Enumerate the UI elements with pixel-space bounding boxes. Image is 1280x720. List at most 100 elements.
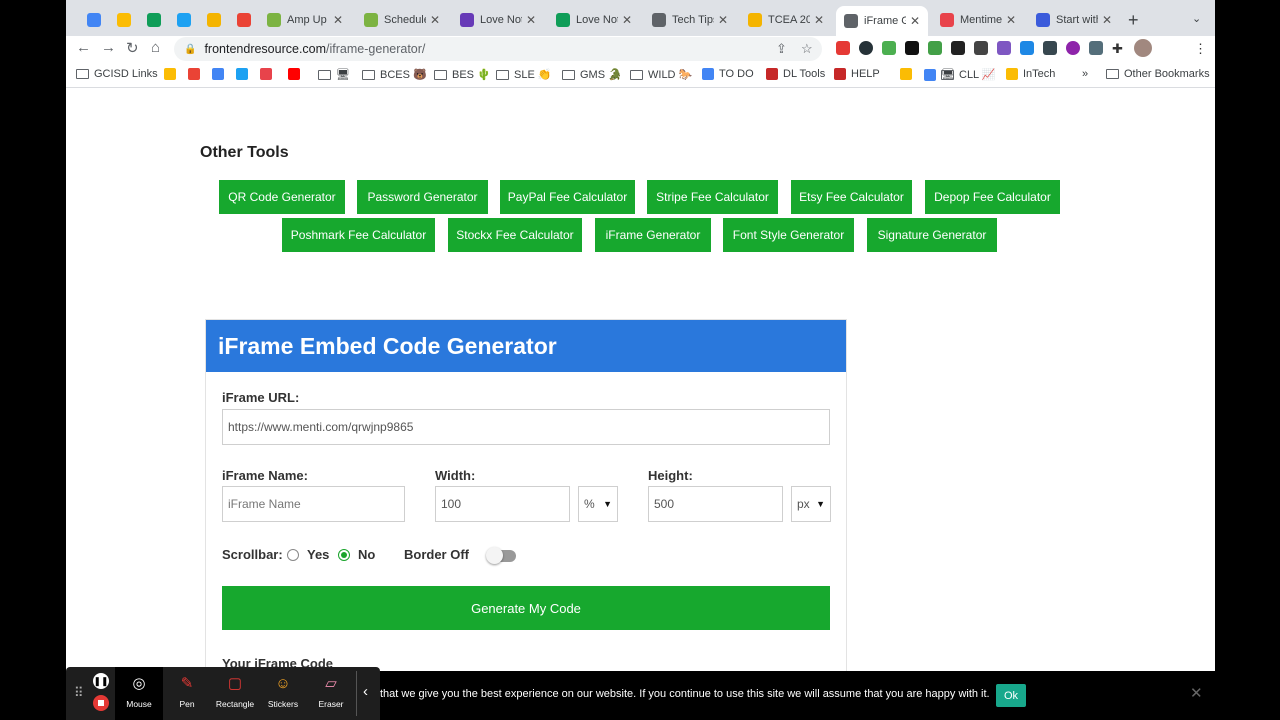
extension-icon[interactable] xyxy=(1020,41,1034,55)
share-icon[interactable]: ⇪ xyxy=(776,41,787,57)
bookmark-item[interactable]: GMS 🐊 xyxy=(562,68,622,81)
other-bookmarks[interactable]: Other Bookmarks xyxy=(1106,68,1210,80)
extension-icon[interactable] xyxy=(997,41,1011,55)
reload-icon[interactable]: ↻ xyxy=(126,39,139,57)
bookmark-item[interactable] xyxy=(188,68,205,80)
recorder-tool-eraser[interactable]: ▱ Eraser xyxy=(307,667,355,720)
extension-icon[interactable] xyxy=(1089,41,1103,55)
tab[interactable]: Start with ✕ xyxy=(1028,6,1120,34)
bookmark-item[interactable]: WILD 🐎 xyxy=(630,68,692,81)
tool-button[interactable]: QR Code Generator xyxy=(219,180,345,214)
tool-button[interactable]: Font Style Generator xyxy=(723,218,854,252)
tab[interactable]: Love Note ✕ xyxy=(548,6,640,34)
tab[interactable] xyxy=(139,6,169,34)
tab-search-icon[interactable]: ⌄ xyxy=(1192,12,1201,25)
address-bar[interactable]: 🔒 frontendresource.com/iframe-generator/ xyxy=(174,37,822,61)
close-icon[interactable]: ✕ xyxy=(1190,684,1203,702)
height-input[interactable]: 500 xyxy=(648,486,783,522)
tab[interactable] xyxy=(199,6,229,34)
collapse-icon[interactable]: ‹ xyxy=(363,683,368,700)
home-icon[interactable]: ⌂ xyxy=(151,39,160,56)
pause-icon[interactable]: ❚❚ xyxy=(93,673,109,689)
tab[interactable]: Schedule ✕ xyxy=(356,6,448,34)
tool-button[interactable]: Depop Fee Calculator xyxy=(925,180,1060,214)
cookie-ok-button[interactable]: Ok xyxy=(996,684,1026,707)
close-tab-icon[interactable]: ✕ xyxy=(1006,13,1016,27)
tab[interactable] xyxy=(79,6,109,34)
bookmark-item[interactable]: DL Tools xyxy=(766,68,825,80)
close-tab-icon[interactable]: ✕ xyxy=(526,13,536,27)
tool-button[interactable]: iFrame Generator xyxy=(595,218,711,252)
bookmark-item[interactable]: 🖥 xyxy=(318,68,350,81)
scrollbar-yes-radio[interactable] xyxy=(287,549,299,561)
bookmark-star-icon[interactable]: ☆ xyxy=(801,41,813,57)
close-tab-icon[interactable]: ✕ xyxy=(910,14,920,28)
tool-button[interactable]: Poshmark Fee Calculator xyxy=(282,218,435,252)
bookmark-item[interactable] xyxy=(236,68,253,80)
close-tab-icon[interactable]: ✕ xyxy=(718,13,728,27)
bookmark-item[interactable] xyxy=(900,68,917,80)
recorder-tool-pen[interactable]: ✎ Pen xyxy=(163,667,211,720)
close-tab-icon[interactable]: ✕ xyxy=(814,13,824,27)
width-unit-select[interactable]: % ▼ xyxy=(578,486,618,522)
stop-icon[interactable] xyxy=(93,695,109,711)
scrollbar-no-radio[interactable] xyxy=(338,549,350,561)
height-unit-select[interactable]: px ▼ xyxy=(791,486,831,522)
tool-button[interactable]: PayPal Fee Calculator xyxy=(500,180,635,214)
bookmark-item[interactable] xyxy=(260,68,277,80)
close-tab-icon[interactable]: ✕ xyxy=(430,13,440,27)
name-input[interactable]: iFrame Name xyxy=(222,486,405,522)
extension-icon[interactable] xyxy=(974,41,988,55)
scrollbar-no-label[interactable]: No xyxy=(358,547,375,562)
recorder-tool-rectangle[interactable]: ▢ Rectangle xyxy=(211,667,259,720)
bookmark-item[interactable]: HELP xyxy=(834,68,880,80)
tab[interactable] xyxy=(109,6,139,34)
bookmark-item[interactable]: SLE 👏 xyxy=(496,68,552,81)
tool-button[interactable]: Stripe Fee Calculator xyxy=(647,180,778,214)
drag-handle-icon[interactable]: ⠿ xyxy=(74,685,84,701)
bookmark-item[interactable] xyxy=(212,68,229,80)
bookmark-item[interactable]: GCISD Links xyxy=(76,68,158,80)
avatar[interactable] xyxy=(1134,39,1152,57)
close-tab-icon[interactable]: ✕ xyxy=(333,13,343,27)
bookmark-item[interactable]: TO DO xyxy=(702,68,754,80)
close-tab-icon[interactable]: ✕ xyxy=(1102,13,1112,27)
bookmark-item[interactable]: InTech xyxy=(1006,68,1055,80)
tool-button[interactable]: Signature Generator xyxy=(867,218,997,252)
tab[interactable]: Amp Up Y ✕ xyxy=(259,6,351,34)
tool-button[interactable]: Stockx Fee Calculator xyxy=(448,218,582,252)
bookmark-item[interactable] xyxy=(164,68,181,80)
tab[interactable]: Love Note ✕ xyxy=(452,6,544,34)
forward-icon[interactable]: → xyxy=(101,39,116,56)
extension-icon[interactable] xyxy=(836,41,850,55)
bookmark-item[interactable]: BES 🌵 xyxy=(434,68,491,81)
new-tab-icon[interactable]: + xyxy=(1128,10,1139,31)
extension-icon[interactable] xyxy=(859,41,873,55)
tool-button[interactable]: Password Generator xyxy=(357,180,488,214)
recorder-tool-stickers[interactable]: ☺ Stickers xyxy=(259,667,307,720)
url-input[interactable]: https://www.menti.com/qrwjnp9865 xyxy=(222,409,830,445)
extension-icon[interactable] xyxy=(1066,41,1080,55)
extension-icon[interactable] xyxy=(882,41,896,55)
extension-icon[interactable] xyxy=(905,41,919,55)
tab[interactable]: TCEA 202 ✕ xyxy=(740,6,832,34)
bookmark-item[interactable]: BCES 🐻 xyxy=(362,68,427,81)
bookmarks-more-button[interactable]: » xyxy=(1082,68,1088,80)
tab[interactable] xyxy=(169,6,199,34)
bookmark-item[interactable] xyxy=(288,68,305,80)
width-input[interactable]: 100 xyxy=(435,486,570,522)
tool-button[interactable]: Etsy Fee Calculator xyxy=(791,180,912,214)
extension-icon[interactable] xyxy=(951,41,965,55)
generate-code-button[interactable]: Generate My Code xyxy=(222,586,830,630)
tab[interactable]: Tech Tips ✕ xyxy=(644,6,736,34)
recorder-tool-mouse[interactable]: ◎ Mouse xyxy=(115,667,163,720)
bookmark-item[interactable]: CLL 📈 xyxy=(941,68,996,81)
border-toggle[interactable] xyxy=(486,547,516,564)
puzzle-icon[interactable]: ✚ xyxy=(1112,41,1123,57)
scrollbar-yes-label[interactable]: Yes xyxy=(307,547,329,562)
close-tab-icon[interactable]: ✕ xyxy=(622,13,632,27)
back-icon[interactable]: ← xyxy=(76,39,91,56)
extension-icon[interactable] xyxy=(1043,41,1057,55)
tab[interactable]: iFrame Ge ✕ xyxy=(836,6,928,36)
extension-icon[interactable] xyxy=(928,41,942,55)
